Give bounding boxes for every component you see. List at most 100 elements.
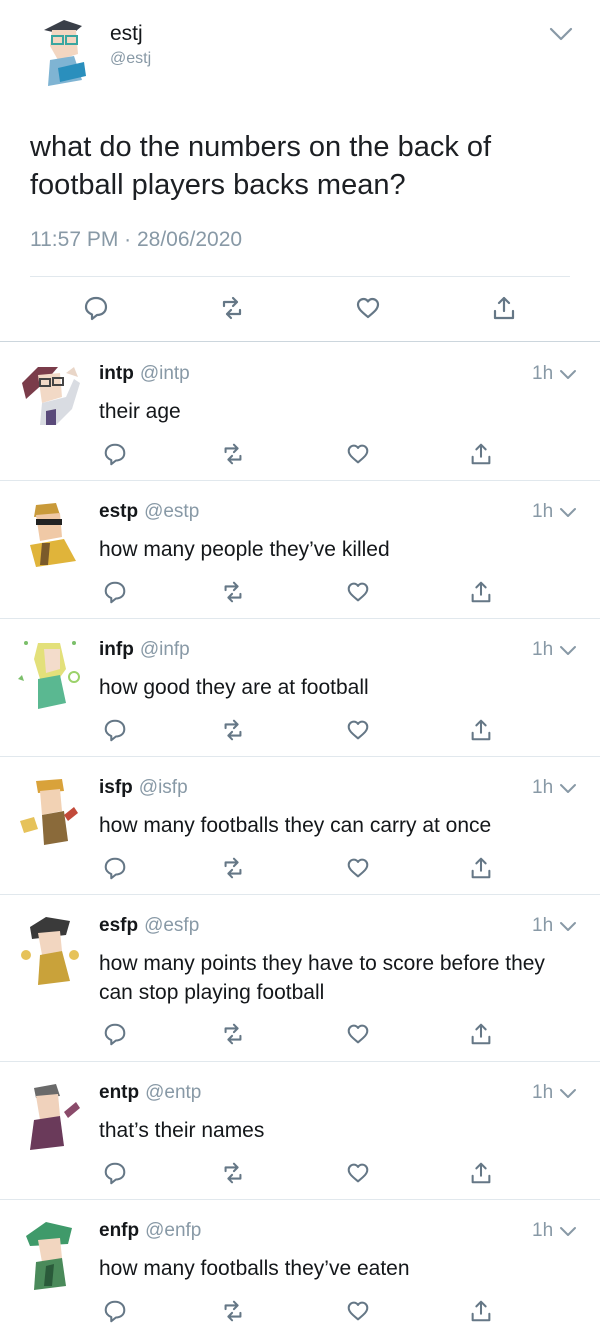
share-icon[interactable] <box>468 1021 494 1047</box>
reply-tweet[interactable]: isfp @isfp 1h how many footballs they can… <box>0 777 600 895</box>
timestamp[interactable]: 11:57 PM · 28/06/2020 <box>30 228 242 252</box>
display-name[interactable]: estp <box>99 501 138 522</box>
reply-text: their age <box>99 400 181 423</box>
share-icon[interactable] <box>468 579 494 605</box>
heart-icon[interactable] <box>345 1298 371 1324</box>
heart-icon[interactable] <box>345 1160 371 1186</box>
reply-text: that’s their names <box>99 1119 265 1142</box>
reply-tweet[interactable]: enfp @enfp 1h how many footballs they’ve … <box>0 1220 600 1338</box>
avatar[interactable] <box>16 1082 86 1156</box>
divider <box>0 1061 600 1062</box>
display-name[interactable]: isfp <box>99 777 133 798</box>
share-icon[interactable] <box>468 855 494 881</box>
reply-icon[interactable] <box>102 855 128 881</box>
heart-icon[interactable] <box>345 441 371 467</box>
retweet-icon[interactable] <box>220 1298 246 1324</box>
chevron-down-icon[interactable] <box>559 645 577 657</box>
divider <box>0 480 600 481</box>
divider <box>0 341 600 342</box>
handle[interactable]: @esfp <box>144 915 199 936</box>
reply-time: 1h <box>532 639 554 660</box>
reply-icon[interactable] <box>102 1160 128 1186</box>
share-icon[interactable] <box>468 1298 494 1324</box>
reply-header: estp @estp <box>99 501 199 523</box>
reply-tweet[interactable]: estp @estp 1h how many people they’ve kil… <box>0 501 600 619</box>
reply-icon[interactable] <box>102 441 128 467</box>
reply-time: 1h <box>532 1220 554 1241</box>
display-name[interactable]: entp <box>99 1082 139 1103</box>
reply-icon[interactable] <box>82 294 110 322</box>
share-icon[interactable] <box>468 1160 494 1186</box>
reply-time: 1h <box>532 363 554 384</box>
reply-tweet[interactable]: infp @infp 1h how good they are at footba… <box>0 639 600 757</box>
display-name[interactable]: intp <box>99 363 134 384</box>
chevron-down-icon[interactable] <box>559 369 577 381</box>
reply-icon[interactable] <box>102 579 128 605</box>
reply-header: enfp @enfp <box>99 1220 201 1242</box>
heart-icon[interactable] <box>354 294 382 322</box>
avatar[interactable] <box>16 501 86 575</box>
display-name[interactable]: estj <box>110 22 143 46</box>
retweet-icon[interactable] <box>220 1021 246 1047</box>
handle[interactable]: @enfp <box>145 1220 201 1241</box>
chevron-down-icon[interactable] <box>559 783 577 795</box>
chevron-down-icon[interactable] <box>559 921 577 933</box>
display-name[interactable]: infp <box>99 639 134 660</box>
reply-time: 1h <box>532 915 554 936</box>
reply-time: 1h <box>532 1082 554 1103</box>
divider <box>0 894 600 895</box>
chevron-down-icon[interactable] <box>559 1226 577 1238</box>
reply-actions <box>0 1298 600 1326</box>
retweet-icon[interactable] <box>220 1160 246 1186</box>
handle[interactable]: @intp <box>140 363 190 384</box>
heart-icon[interactable] <box>345 855 371 881</box>
display-name[interactable]: enfp <box>99 1220 139 1241</box>
share-icon[interactable] <box>490 294 518 322</box>
avatar[interactable] <box>16 363 86 437</box>
reply-time: 1h <box>532 501 554 522</box>
share-icon[interactable] <box>468 717 494 743</box>
retweet-icon[interactable] <box>220 717 246 743</box>
handle[interactable]: @estj <box>110 50 151 68</box>
reply-icon[interactable] <box>102 1298 128 1324</box>
reply-tweet[interactable]: entp @entp 1h that’s their names <box>0 1082 600 1200</box>
display-name[interactable]: esfp <box>99 915 138 936</box>
heart-icon[interactable] <box>345 717 371 743</box>
chevron-down-icon[interactable] <box>559 507 577 519</box>
share-icon[interactable] <box>468 441 494 467</box>
avatar[interactable] <box>16 639 86 713</box>
retweet-icon[interactable] <box>220 579 246 605</box>
reply-icon[interactable] <box>102 717 128 743</box>
chevron-down-icon[interactable] <box>548 26 574 42</box>
reply-actions <box>0 1160 600 1188</box>
handle[interactable]: @isfp <box>139 777 188 798</box>
divider <box>0 1199 600 1200</box>
reply-icon[interactable] <box>102 1021 128 1047</box>
reply-text: how many footballs they can carry at onc… <box>99 814 492 837</box>
reply-actions <box>0 579 600 607</box>
heart-icon[interactable] <box>345 1021 371 1047</box>
divider <box>0 618 600 619</box>
reply-header: entp @entp <box>99 1082 201 1104</box>
chevron-down-icon[interactable] <box>559 1088 577 1100</box>
reply-header: infp @infp <box>99 639 190 661</box>
reply-actions <box>0 717 600 745</box>
reply-tweet[interactable]: esfp @esfp 1h how many points they have t… <box>0 915 600 1062</box>
reply-actions <box>0 1021 600 1049</box>
retweet-icon[interactable] <box>218 294 246 322</box>
avatar[interactable] <box>30 16 96 92</box>
handle[interactable]: @entp <box>145 1082 201 1103</box>
handle[interactable]: @infp <box>140 639 190 660</box>
handle[interactable]: @estp <box>144 501 199 522</box>
reply-text: how good they are at football <box>99 676 369 699</box>
main-tweet: estj @estj what do the numbers on the ba… <box>0 0 600 342</box>
retweet-icon[interactable] <box>220 855 246 881</box>
reply-tweet[interactable]: intp @intp 1h their age <box>0 363 600 481</box>
heart-icon[interactable] <box>345 579 371 605</box>
tweet-text: what do the numbers on the back of footb… <box>30 131 492 201</box>
avatar[interactable] <box>16 915 86 989</box>
avatar[interactable] <box>16 1220 86 1294</box>
avatar[interactable] <box>16 777 86 851</box>
reply-actions <box>0 441 600 469</box>
retweet-icon[interactable] <box>220 441 246 467</box>
